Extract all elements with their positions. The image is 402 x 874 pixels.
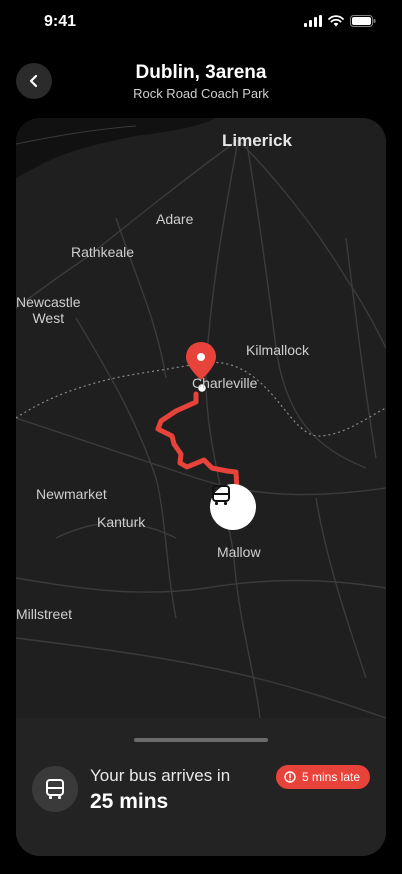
place-newmarket: Newmarket [36,486,107,502]
wifi-icon [328,15,344,27]
eta-value: 25 mins [90,790,169,813]
place-newcastle-west: Newcastle West [16,294,81,326]
journey-card: Limerick Adare Rathkeale Newcastle West … [16,118,386,856]
page-title: Dublin, 3arena [135,62,267,83]
drag-handle[interactable] [134,738,268,742]
arrival-sheet: Your bus arrives in 25 mins 5 mins late [16,718,386,856]
signal-icon [304,15,322,27]
place-kanturk: Kanturk [97,514,146,530]
alert-circle-icon [284,771,296,783]
page-subtitle: Rock Road Coach Park [133,86,269,101]
status-bar: 9:41 [0,0,402,46]
place-millstreet: Millstreet [16,606,73,622]
place-charleville: Charleville [192,375,258,391]
place-rathkeale: Rathkeale [71,244,135,260]
place-limerick: Limerick [222,131,292,150]
battery-icon [350,15,376,27]
late-badge-label: 5 mins late [301,770,360,784]
place-adare: Adare [156,211,194,227]
place-kilmallock: Kilmallock [246,342,310,358]
arrives-label: Your bus arrives in [90,766,231,785]
bus-avatar [32,766,78,812]
bus-icon [212,485,230,505]
place-mallow: Mallow [217,544,261,560]
bus-icon [46,779,64,799]
header: Dublin, 3arena Rock Road Coach Park [0,56,402,112]
map-canvas [16,118,386,718]
late-badge: 5 mins late [275,765,370,789]
status-time: 9:41 [44,13,77,30]
map-view[interactable]: Limerick Adare Rathkeale Newcastle West … [16,118,386,718]
phone-screen: 9:41 Dublin, 3arena Rock Road Coach Park… [0,0,402,874]
system-icons [304,15,376,27]
bus-location-marker[interactable] [210,484,256,530]
